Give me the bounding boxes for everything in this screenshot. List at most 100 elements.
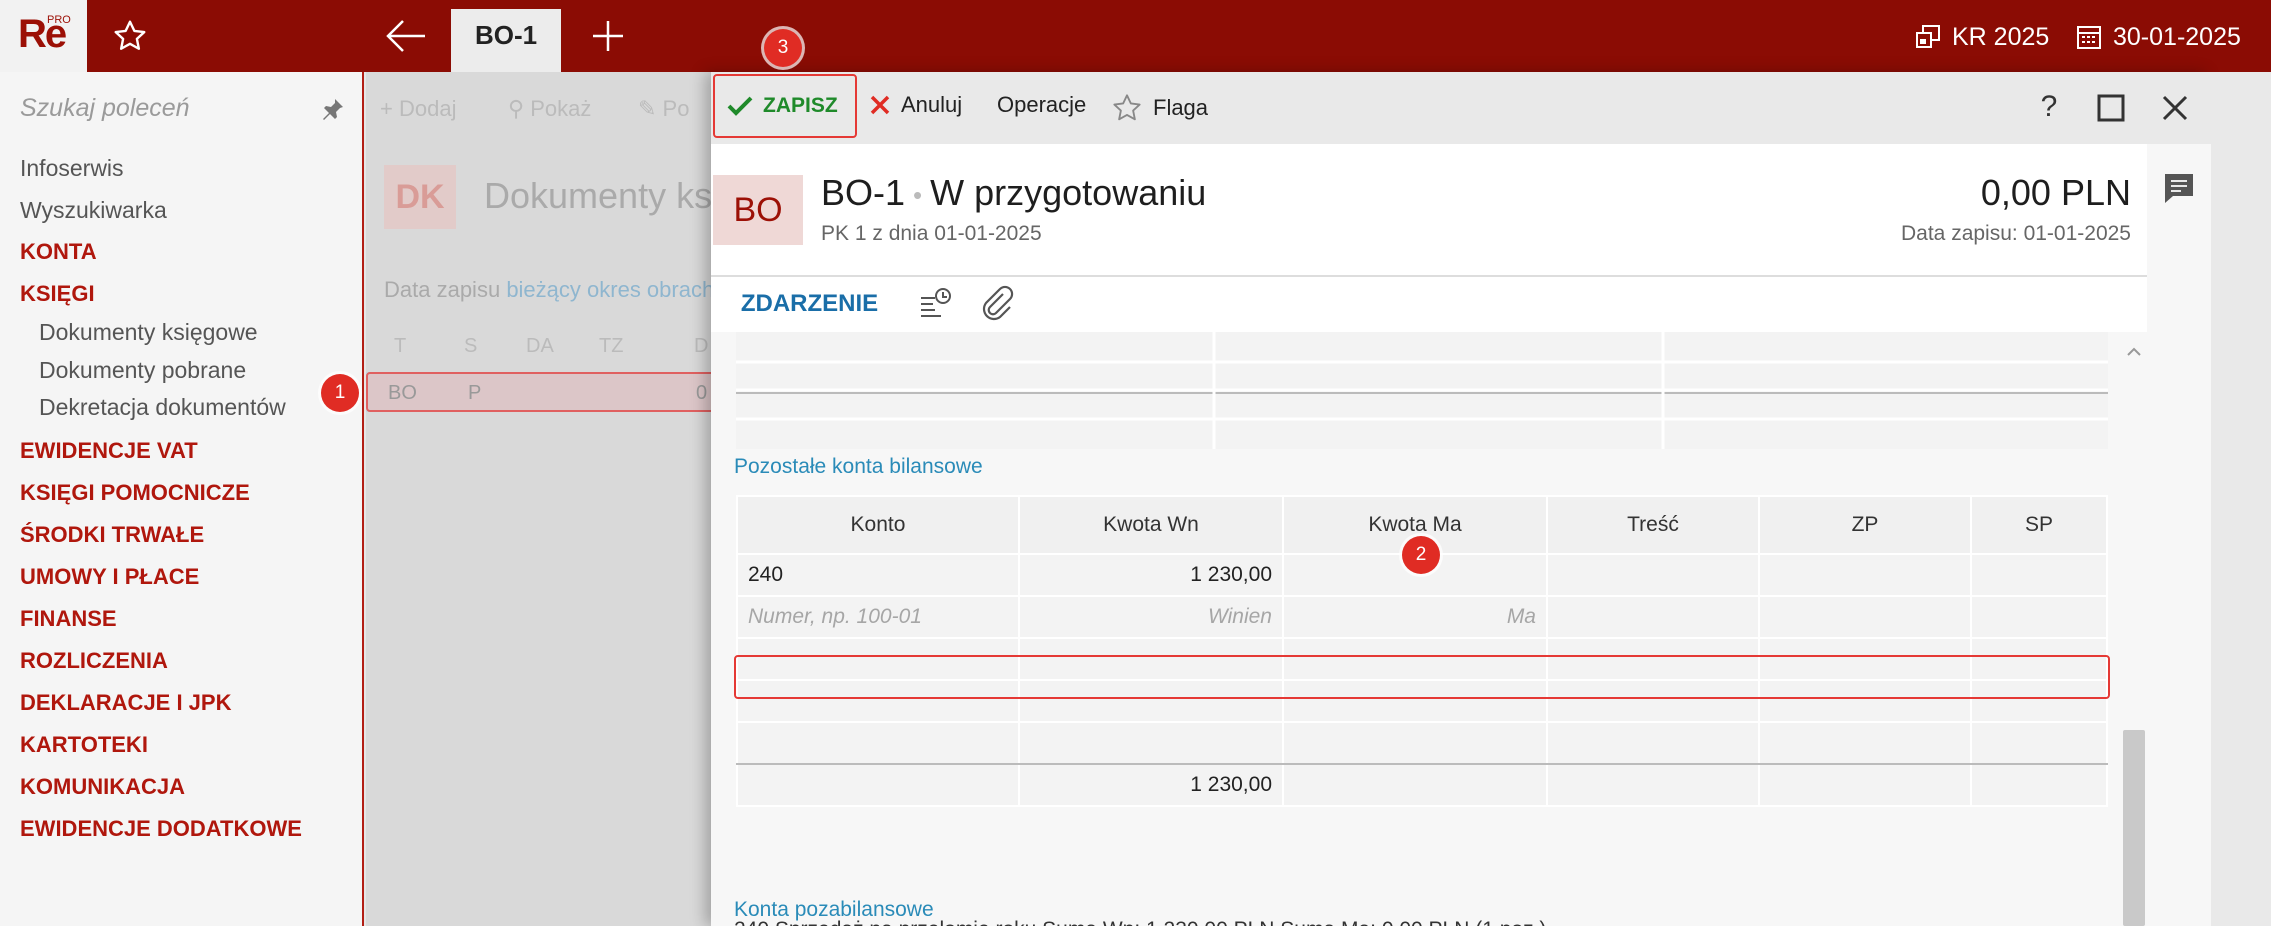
empty-row[interactable] bbox=[736, 721, 2108, 765]
previous-table-remainder bbox=[736, 332, 2108, 449]
pin-icon[interactable] bbox=[320, 96, 346, 122]
bg-cell: BO bbox=[388, 382, 417, 404]
company-label: KR 2025 bbox=[1952, 22, 2050, 51]
col-zp[interactable]: ZP bbox=[1758, 495, 1972, 555]
bg-page-title: Dokumenty ks bbox=[484, 175, 713, 216]
tab-zdarzenie[interactable]: ZDARZENIE bbox=[721, 277, 898, 335]
zp-input[interactable] bbox=[1758, 595, 1972, 639]
bg-filter-label: Data zapisu bbox=[384, 277, 501, 302]
maximize-icon[interactable] bbox=[2093, 90, 2129, 126]
document-modal: ZAPISZ Anuluj Operacje Flaga ? BO BO-1 • W… bbox=[711, 72, 2211, 926]
doc-number: BO-1 bbox=[821, 172, 906, 213]
sp-input[interactable] bbox=[1970, 595, 2108, 639]
sidebar-item-ksiegi[interactable]: KSIĘGI bbox=[20, 281, 95, 307]
cell-kwota-wn[interactable]: 1 230,00 bbox=[1018, 553, 1284, 597]
sidebar-item-dekretacja[interactable]: Dekretacja dokumentów bbox=[39, 394, 286, 421]
sidebar-item-deklaracje-i-jpk[interactable]: DEKLARACJE I JPK bbox=[20, 690, 231, 716]
back-arrow-icon[interactable] bbox=[385, 16, 427, 56]
tabs-divider bbox=[711, 275, 2147, 277]
bg-filter-value: bieżący okres obrach bbox=[506, 277, 715, 302]
col-kwota-wn[interactable]: Kwota Wn bbox=[1018, 495, 1284, 555]
section-offbalance-accounts[interactable]: Konta pozabilansowe bbox=[734, 898, 934, 922]
sidebar-item-srodki-trwale[interactable]: ŚRODKI TRWAŁE bbox=[20, 522, 204, 548]
close-icon[interactable] bbox=[2157, 90, 2193, 126]
doc-title: BO-1 • W przygotowaniu bbox=[821, 172, 1207, 213]
sidebar-item-kartoteki[interactable]: KARTOTEKI bbox=[20, 732, 148, 758]
doc-type-badge: BO bbox=[713, 175, 803, 245]
bg-cell: P bbox=[468, 382, 482, 404]
help-icon[interactable]: ? bbox=[2031, 90, 2067, 126]
document-content: Pozostałe konta bilansowe Konto Kwota Wn… bbox=[711, 332, 2147, 926]
check-icon bbox=[727, 96, 753, 116]
col-sp[interactable]: SP bbox=[1970, 495, 2108, 555]
bg-dk-badge: DK bbox=[384, 165, 456, 229]
attachment-icon[interactable] bbox=[977, 284, 1017, 324]
right-side-panel bbox=[2211, 72, 2271, 926]
col-konto[interactable]: Konto bbox=[736, 495, 1020, 555]
bg-col: TZ bbox=[599, 335, 624, 357]
flag-button[interactable]: Flaga bbox=[1111, 92, 1208, 124]
bg-edit-button: ✎ Po bbox=[638, 96, 690, 121]
step-badge-2: 2 bbox=[1402, 536, 1440, 574]
sidebar-item-konta[interactable]: KONTA bbox=[20, 239, 97, 265]
flag-label: Flaga bbox=[1153, 95, 1209, 120]
col-tresc[interactable]: Treść bbox=[1546, 495, 1760, 555]
doc-amount: 0,00 PLN bbox=[1980, 172, 2131, 213]
cancel-button[interactable]: Anuluj bbox=[869, 92, 962, 118]
tresc-input[interactable] bbox=[1546, 595, 1760, 639]
bg-col: S bbox=[464, 335, 478, 357]
doc-subtitle: PK 1 z dnia 01-01-2025 bbox=[821, 222, 1042, 245]
bg-filter: Data zapisu bieżący okres obrach bbox=[384, 277, 714, 303]
save-button[interactable]: ZAPISZ bbox=[713, 74, 857, 138]
sidebar: Szukaj poleceń Infoserwis Wyszukiwarka K… bbox=[0, 72, 364, 926]
sidebar-item-ksiegi-pomocnicze[interactable]: KSIĘGI POMOCNICZE bbox=[20, 480, 250, 506]
new-entry-row[interactable]: Numer, np. 100-01 Winien Ma bbox=[736, 595, 2108, 639]
tab-bo1[interactable]: BO-1 bbox=[451, 9, 561, 72]
doc-status: W przygotowaniu bbox=[930, 172, 1207, 213]
ma-input[interactable]: Ma bbox=[1282, 595, 1548, 639]
sidebar-item-wyszukiwarka[interactable]: Wyszukiwarka bbox=[20, 197, 167, 224]
bg-col: T bbox=[394, 335, 407, 357]
background-toolbar: + Dodaj ⚲ Pokaż ✎ Po bbox=[366, 72, 706, 144]
sidebar-item-dokumenty-ksiegowe[interactable]: Dokumenty księgowe bbox=[39, 319, 258, 346]
command-search-input[interactable]: Szukaj poleceń bbox=[20, 94, 190, 123]
bg-col: DA bbox=[526, 335, 554, 357]
totals-row: 1 230,00 bbox=[736, 763, 2108, 807]
cancel-label: Anuluj bbox=[901, 92, 963, 117]
history-icon[interactable] bbox=[915, 284, 955, 324]
bg-selected-row[interactable]: BO P 0 bbox=[366, 372, 718, 412]
favorite-star-icon[interactable] bbox=[112, 18, 148, 54]
step-badge-3: 3 bbox=[764, 29, 802, 67]
step-badge-1: 1 bbox=[321, 374, 359, 412]
konto-input[interactable]: Numer, np. 100-01 bbox=[736, 595, 1020, 639]
sidebar-item-umowy-i-place[interactable]: UMOWY I PŁACE bbox=[20, 564, 199, 590]
top-bar: Re PRO BO-1 KR 2025 30-01-2025 bbox=[0, 0, 2271, 72]
sidebar-item-finanse[interactable]: FINANSE bbox=[20, 606, 117, 632]
date-selector[interactable]: 30-01-2025 bbox=[2075, 20, 2241, 54]
cell-sp[interactable] bbox=[1970, 553, 2108, 597]
modal-toolbar: ZAPISZ Anuluj Operacje Flaga ? bbox=[711, 72, 2211, 144]
comment-icon[interactable] bbox=[2161, 170, 2197, 206]
sidebar-item-infoserwis[interactable]: Infoserwis bbox=[20, 155, 124, 182]
save-label: ZAPISZ bbox=[763, 94, 838, 117]
windows-icon bbox=[1916, 25, 1940, 48]
calendar-icon bbox=[2077, 26, 2101, 49]
bg-show-button: ⚲ Pokaż bbox=[508, 96, 592, 121]
cell-zp[interactable] bbox=[1758, 553, 1972, 597]
sidebar-item-komunikacja[interactable]: KOMUNIKACJA bbox=[20, 774, 185, 800]
wn-input[interactable]: Winien bbox=[1018, 595, 1284, 639]
sidebar-item-dokumenty-pobrane[interactable]: Dokumenty pobrane bbox=[39, 357, 246, 384]
sidebar-item-ewidencje-vat[interactable]: EWIDENCJE VAT bbox=[20, 438, 198, 464]
operations-button[interactable]: Operacje bbox=[997, 92, 1086, 118]
company-selector[interactable]: KR 2025 bbox=[1914, 20, 2049, 54]
plus-icon[interactable] bbox=[590, 18, 626, 54]
cell-tresc[interactable] bbox=[1546, 553, 1760, 597]
sidebar-item-ewidencje-dodatkowe[interactable]: EWIDENCJE DODATKOWE bbox=[20, 816, 302, 842]
cell-konto[interactable]: 240 bbox=[736, 553, 1020, 597]
app-logo[interactable]: Re PRO bbox=[0, 0, 87, 72]
section-other-balance-accounts[interactable]: Pozostałe konta bilansowe bbox=[734, 455, 983, 479]
sidebar-item-rozliczenia[interactable]: ROZLICZENIA bbox=[20, 648, 168, 674]
logo-badge: PRO bbox=[47, 14, 71, 26]
scrollbar-thumb[interactable] bbox=[2123, 730, 2145, 926]
doc-entry-date: Data zapisu: 01-01-2025 bbox=[1901, 222, 2131, 245]
